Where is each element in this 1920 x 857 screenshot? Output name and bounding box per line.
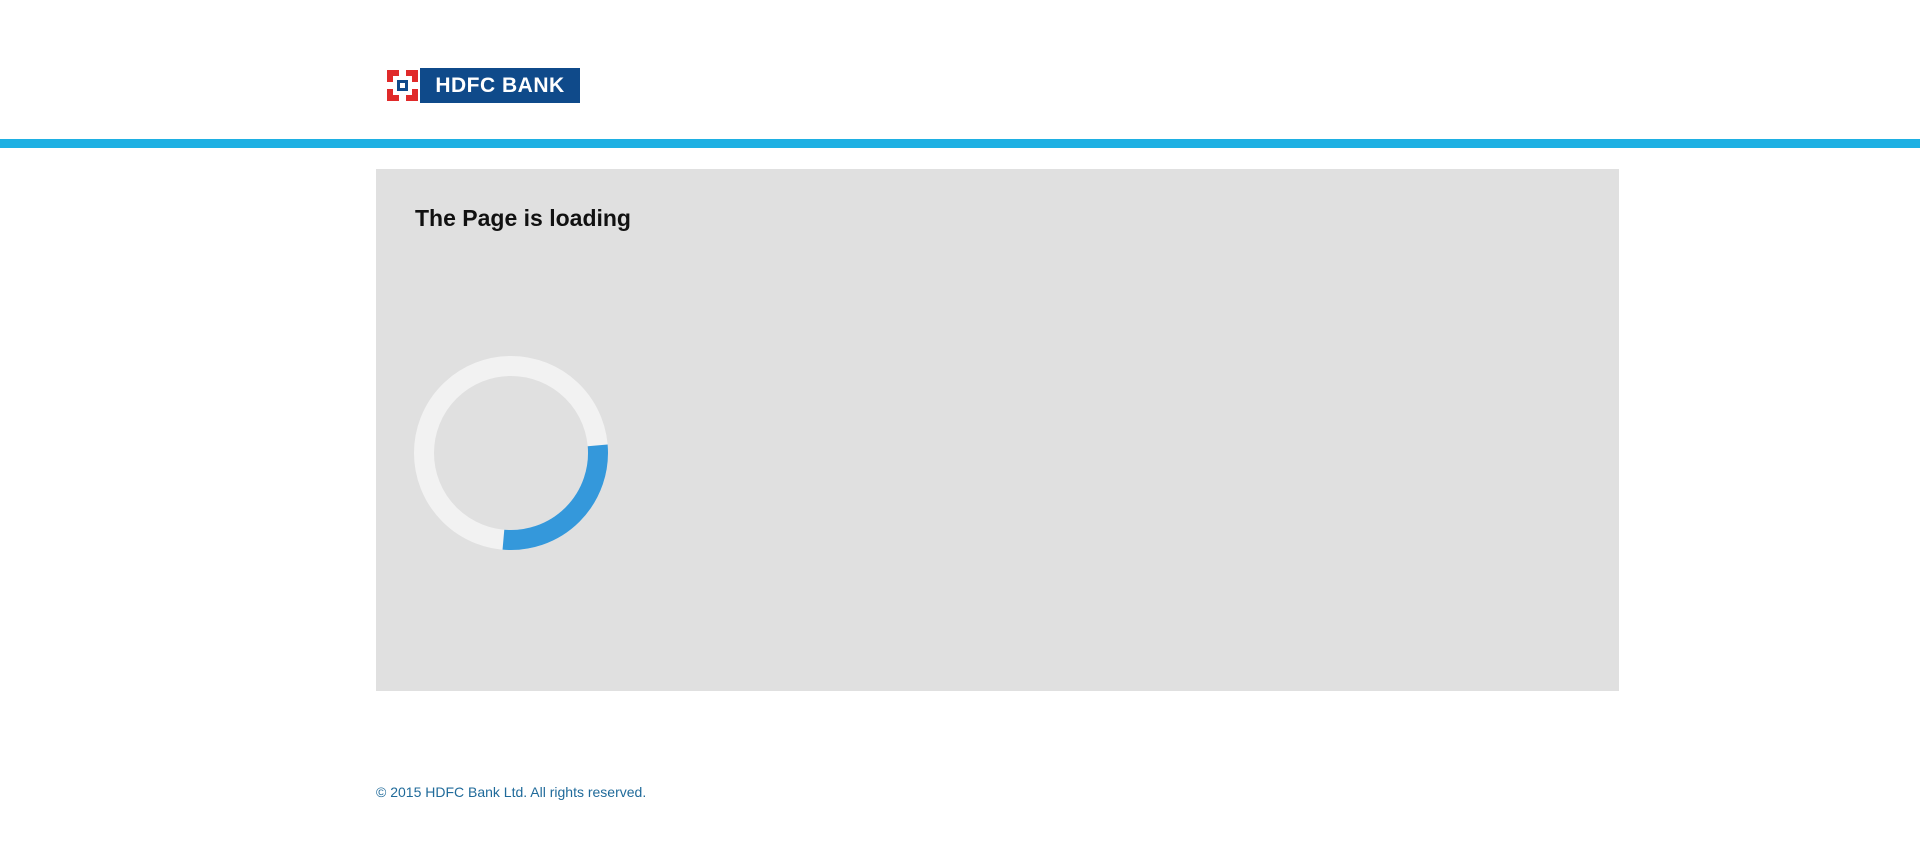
page-title: The Page is loading bbox=[415, 205, 631, 231]
hdfc-logo-mark-icon bbox=[385, 68, 420, 103]
header-accent-bar bbox=[0, 139, 1920, 148]
hdfc-bank-logo[interactable]: HDFC BANK bbox=[385, 68, 580, 103]
loading-panel: The Page is loading bbox=[376, 169, 1619, 691]
logo-text-box: HDFC BANK bbox=[420, 68, 580, 103]
loading-spinner-icon bbox=[414, 356, 608, 550]
spinner-arc bbox=[502, 444, 608, 550]
header: HDFC BANK bbox=[0, 0, 1920, 140]
footer-copyright: © 2015 HDFC Bank Ltd. All rights reserve… bbox=[376, 784, 647, 800]
logo-text: HDFC BANK bbox=[435, 73, 565, 97]
